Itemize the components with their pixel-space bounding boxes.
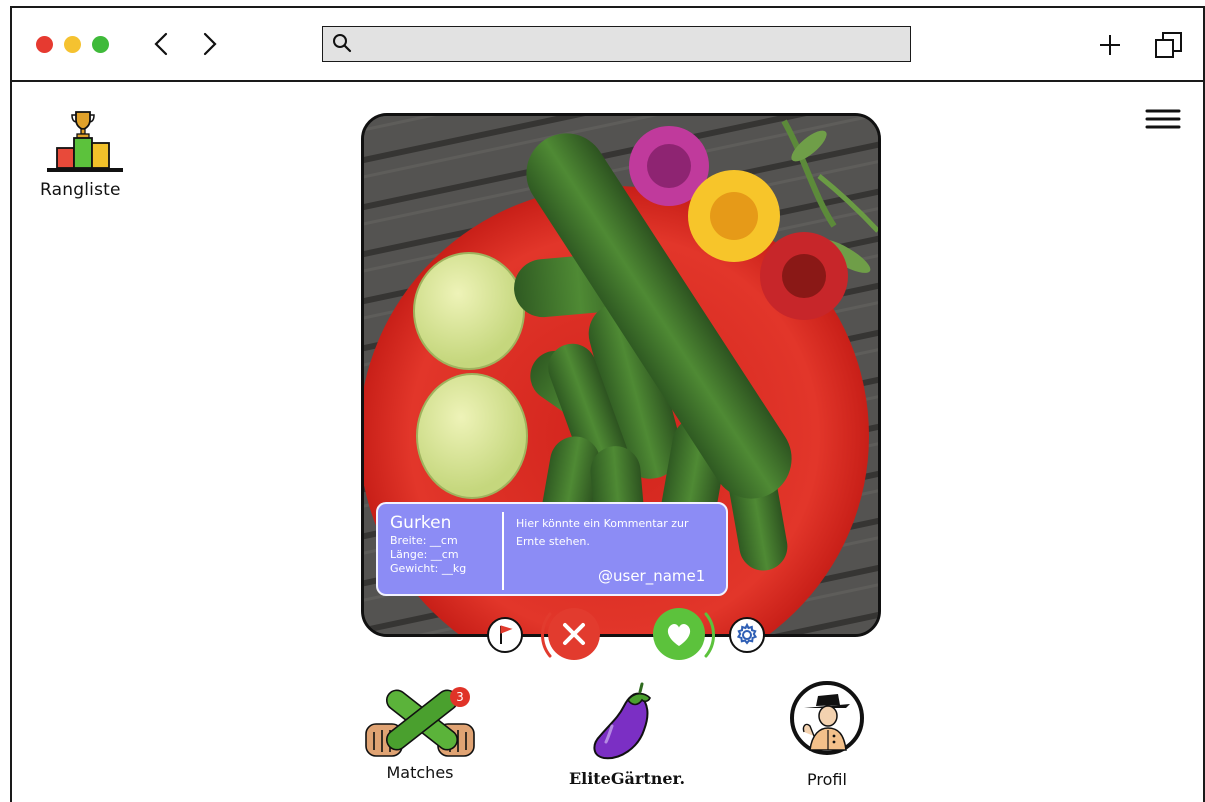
profile-label: Profil: [807, 770, 847, 789]
trophy-podium-icon: [47, 111, 123, 172]
browser-toolbar: [12, 8, 1203, 82]
forward-arrow-icon[interactable]: [197, 30, 223, 58]
matches-label: Matches: [386, 763, 454, 782]
like-motion-icon: [704, 612, 715, 658]
post-info-box[interactable]: Gurken Breite: __cm Länge: __cm Gewicht:…: [376, 502, 728, 596]
home-brand-item[interactable]: EliteGärtner.: [552, 680, 702, 790]
post-title: Gurken: [390, 513, 452, 533]
gear-icon: [736, 622, 758, 645]
report-flag-button[interactable]: [487, 617, 523, 653]
ranking-link[interactable]: Rangliste: [40, 108, 140, 208]
post-username[interactable]: @user_name1: [598, 567, 705, 585]
ranking-label: Rangliste: [40, 180, 121, 200]
heart-icon: [667, 624, 691, 646]
gardener-avatar-icon: [790, 681, 864, 755]
hamburger-menu-icon[interactable]: [1145, 108, 1181, 132]
window-maximize-button[interactable]: [92, 36, 109, 53]
search-input[interactable]: [359, 31, 899, 57]
window-minimize-button[interactable]: [64, 36, 81, 53]
brand-name: EliteGärtner.: [568, 769, 686, 788]
tabs-overview-icon[interactable]: [1154, 30, 1184, 60]
reject-button[interactable]: [548, 608, 600, 660]
matches-count-badge: 3: [450, 687, 470, 707]
like-button[interactable]: [653, 608, 705, 660]
back-arrow-icon[interactable]: [148, 30, 174, 58]
post-weight: Gewicht: __kg: [390, 562, 467, 575]
post-length: Länge: __cm: [390, 548, 459, 561]
search-icon: [333, 34, 352, 53]
new-tab-plus-icon[interactable]: [1095, 30, 1125, 60]
flag-icon: [500, 625, 513, 644]
post-comment: Hier könnte ein Kommentar zur Ernte steh…: [516, 517, 689, 548]
browser-window: Rangliste Gurken Breite: __cm Länge: __c…: [10, 6, 1205, 802]
info-divider: [502, 512, 504, 590]
post-width: Breite: __cm: [390, 534, 458, 547]
window-close-button[interactable]: [36, 36, 53, 53]
close-icon: [563, 623, 585, 645]
profile-nav-item[interactable]: Profil: [782, 680, 872, 790]
settings-button[interactable]: [729, 617, 765, 653]
address-bar[interactable]: [322, 26, 911, 62]
eggplant-logo-icon: [593, 682, 651, 760]
